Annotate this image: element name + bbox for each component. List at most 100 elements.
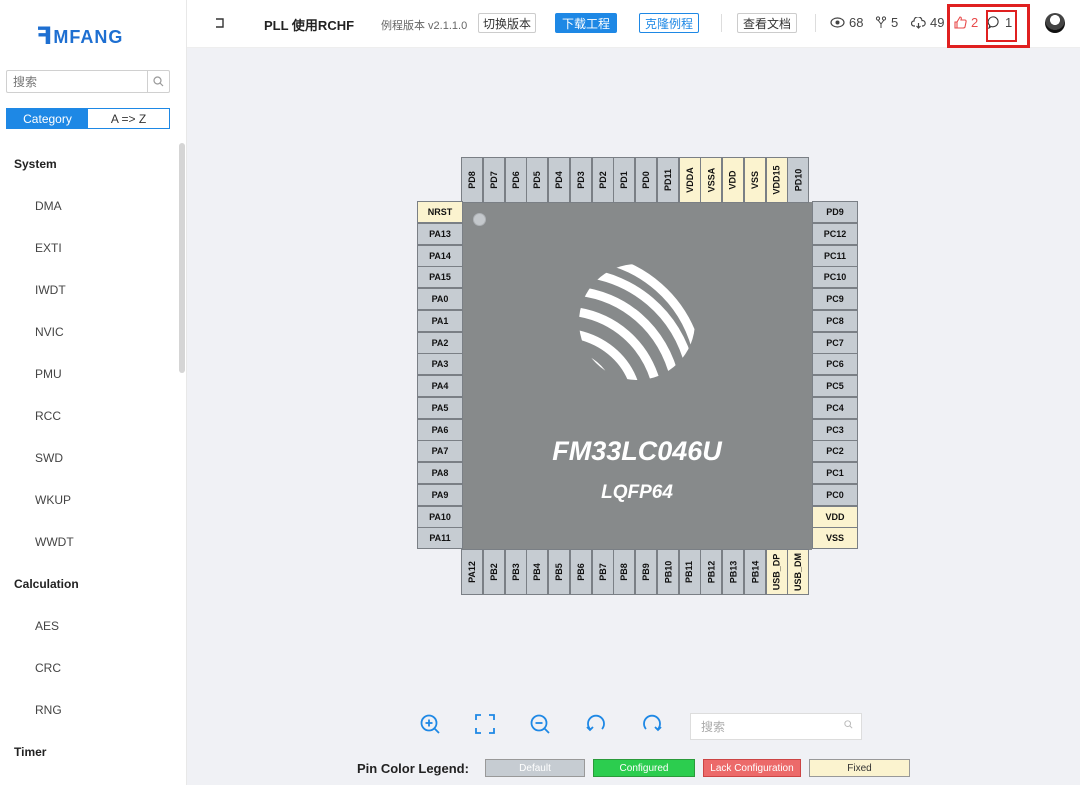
rotate-left-icon[interactable] [585,713,607,735]
pin-pd5[interactable]: PD5 [526,157,549,203]
back-icon[interactable] [214,16,226,30]
zoom-out-icon[interactable] [529,713,551,735]
pin-pa8[interactable]: PA8 [417,462,463,484]
sidebar-item-pmu[interactable]: PMU [0,353,178,395]
pin-pa1[interactable]: PA1 [417,309,463,332]
pin-pa10[interactable]: PA10 [417,505,463,528]
pin-pa14[interactable]: PA14 [417,244,463,267]
pin-pb5[interactable]: PB5 [548,549,570,595]
sidebar-item-swd[interactable]: SWD [0,437,178,479]
pin-pc3[interactable]: PC3 [812,418,858,441]
pin-pc12[interactable]: PC12 [812,222,858,245]
pin-pc4[interactable]: PC4 [812,396,858,419]
sidebar-item-wkup[interactable]: WKUP [0,479,178,521]
sidebar-item-wwdt[interactable]: WWDT [0,521,178,563]
pin-pb10[interactable]: PB10 [656,549,679,595]
pin-pd1[interactable]: PD1 [613,157,636,203]
pin-pa6[interactable]: PA6 [417,418,463,441]
pin-pc9[interactable]: PC9 [812,288,858,310]
pin-pc7[interactable]: PC7 [812,331,858,354]
pin-pb2[interactable]: PB2 [482,549,505,595]
pin-pd6[interactable]: PD6 [504,157,527,203]
pin-pd10[interactable]: PD10 [787,157,810,203]
switch-version-button[interactable]: 切换版本 [478,13,536,33]
pin-pa0[interactable]: PA0 [417,288,463,310]
pin-pa13[interactable]: PA13 [417,222,463,245]
pin-label: PB4 [532,563,543,581]
sidebar-category[interactable]: Timer [0,731,178,773]
pin-vdd[interactable]: VDD [812,505,858,528]
pin-pb6[interactable]: PB6 [569,549,592,595]
pin-pb9[interactable]: PB9 [635,549,657,595]
pin-pc6[interactable]: PC6 [812,353,858,376]
pin-pc0[interactable]: PC0 [812,483,858,506]
search-icon[interactable] [147,71,169,92]
pin-pd7[interactable]: PD7 [482,157,505,203]
pin-pb7[interactable]: PB7 [591,549,614,595]
pin-pb13[interactable]: PB13 [722,549,744,595]
sidebar-item-aes[interactable]: AES [0,605,178,647]
sidebar-item-crc[interactable]: CRC [0,647,178,689]
pin-nrst[interactable]: NRST [417,201,463,223]
tab-category[interactable]: Category [7,109,88,128]
pin-pd4[interactable]: PD4 [548,157,570,203]
pin-pb3[interactable]: PB3 [504,549,527,595]
sidebar-item-dma[interactable]: DMA [0,185,178,227]
pin-pa15[interactable]: PA15 [417,266,463,289]
zoom-in-icon[interactable] [419,713,441,735]
pin-pc10[interactable]: PC10 [812,266,858,289]
pin-pa2[interactable]: PA2 [417,331,463,354]
pin-pd8[interactable]: PD8 [461,157,483,203]
sidebar-search-input[interactable] [7,71,147,92]
pin-pb14[interactable]: PB14 [743,549,766,595]
pin-vss[interactable]: VSS [812,527,858,550]
pin-pc8[interactable]: PC8 [812,309,858,332]
pin-pd9[interactable]: PD9 [812,201,858,223]
pin-vss[interactable]: VSS [743,157,766,203]
pin-pc2[interactable]: PC2 [812,440,858,463]
pin-pb12[interactable]: PB12 [700,549,723,595]
pin-pa5[interactable]: PA5 [417,396,463,419]
rotate-right-icon[interactable] [641,713,663,735]
clone-example-button[interactable]: 克隆例程 [639,13,699,33]
sidebar-item-nvic[interactable]: NVIC [0,311,178,353]
pin-search-input[interactable]: 搜索 [690,713,862,740]
sidebar-item-iwdt[interactable]: IWDT [0,269,178,311]
sidebar-scrollbar[interactable] [179,143,185,373]
pin-pd0[interactable]: PD0 [635,157,657,203]
pin-pd3[interactable]: PD3 [569,157,592,203]
pin-pd2[interactable]: PD2 [591,157,614,203]
sidebar-category[interactable]: Calculation [0,563,178,605]
pin-usb_dp[interactable]: USB_DP [765,549,788,595]
pin-pa4[interactable]: PA4 [417,375,463,397]
sidebar-item-rng[interactable]: RNG [0,689,178,731]
tab-a-to-z[interactable]: A => Z [88,109,169,128]
pin-pb8[interactable]: PB8 [613,549,636,595]
pin-vssa[interactable]: VSSA [700,157,723,203]
pin-pa7[interactable]: PA7 [417,440,463,463]
pin-pa9[interactable]: PA9 [417,483,463,506]
logo[interactable]: ꟻ MFANG [36,20,123,48]
avatar[interactable] [1045,13,1065,33]
pin-pa12[interactable]: PA12 [461,549,483,595]
download-project-button[interactable]: 下载工程 [555,13,617,33]
pin-vdda[interactable]: VDDA [678,157,701,203]
pin-pa11[interactable]: PA11 [417,527,463,550]
search-icon[interactable] [844,720,853,732]
pin-pb4[interactable]: PB4 [526,549,549,595]
view-docs-button[interactable]: 查看文档 [737,13,797,33]
pin-pa3[interactable]: PA3 [417,353,463,376]
pin-usb_dm[interactable]: USB_DM [787,549,810,595]
forks-stat[interactable]: 5 [875,15,898,30]
pin-pc11[interactable]: PC11 [812,244,858,267]
pin-pc5[interactable]: PC5 [812,375,858,397]
pin-pc1[interactable]: PC1 [812,462,858,484]
fit-screen-icon[interactable] [474,713,496,735]
sidebar-category[interactable]: System [0,143,178,185]
pin-pd11[interactable]: PD11 [656,157,679,203]
pin-pb11[interactable]: PB11 [678,549,701,595]
pin-vdd15[interactable]: VDD15 [765,157,788,203]
sidebar-item-rcc[interactable]: RCC [0,395,178,437]
pin-vdd[interactable]: VDD [722,157,744,203]
sidebar-item-exti[interactable]: EXTI [0,227,178,269]
